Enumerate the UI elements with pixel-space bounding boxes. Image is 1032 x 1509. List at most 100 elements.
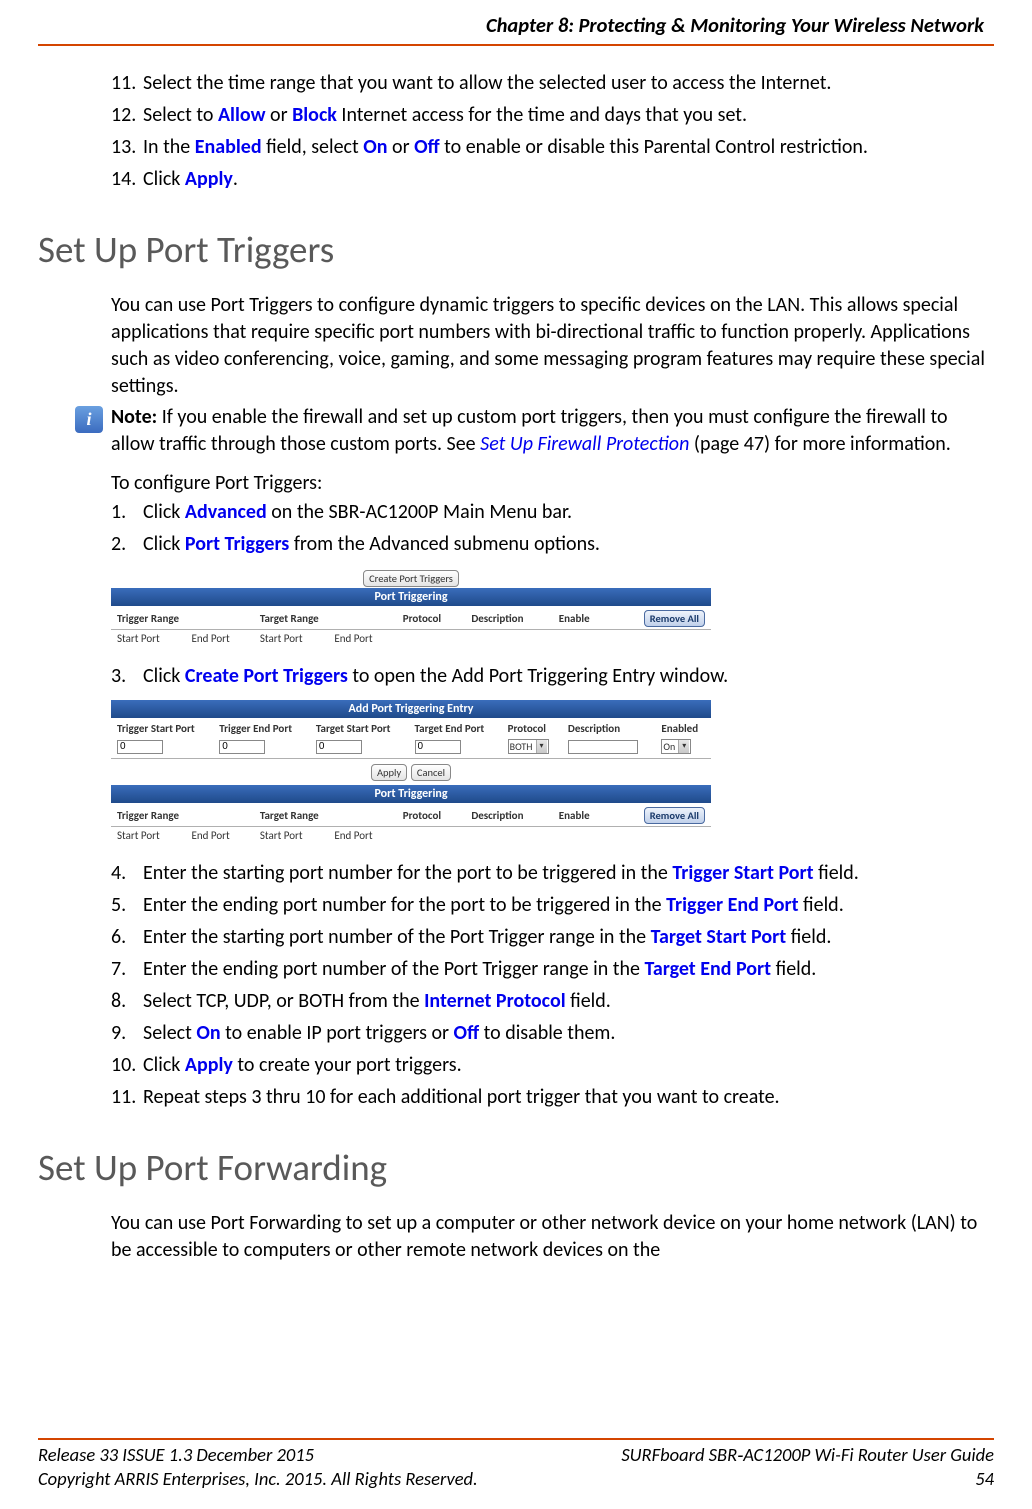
cancel-button[interactable]: Cancel [411,764,451,781]
step-number: 11. [111,70,143,97]
emphasis-term: On [196,1021,220,1045]
text-run: or [388,135,415,159]
step-number: 7. [111,956,143,983]
step-body: Select the time range that you want to a… [143,70,986,97]
text-run: Enter the ending port number of the Port… [143,957,644,981]
chevron-down-icon: ▾ [536,740,547,753]
info-icon: i [75,406,103,433]
step-body: Enter the ending port number of the Port… [143,956,986,983]
note-text: Note: If you enable the firewall and set… [111,404,986,458]
emphasis-term: Block [292,103,337,127]
list-item: 7.Enter the ending port number of the Po… [111,956,986,983]
apply-button[interactable]: Apply [371,764,407,781]
target-end-port-input[interactable] [415,740,461,754]
list-item: 14.Click Apply. [111,166,986,193]
emphasis-term: Port Triggers [185,532,289,556]
text-run: field. [566,989,611,1013]
text-run: Select TCP, UDP, or BOTH from the [143,989,424,1013]
text-run: field. [771,957,816,981]
text-run: . [233,167,238,191]
th-start-port-1: Start Port [111,630,185,650]
th-trigger-end-port: Trigger End Port [213,718,310,737]
list-item: 5.Enter the ending port number for the p… [111,892,986,919]
emphasis-term: Apply [185,167,233,191]
step-body: In the Enabled field, select On or Off t… [143,134,986,161]
create-port-triggers-button[interactable]: Create Port Triggers [363,570,459,587]
text-run: on the SBR-AC1200P Main Menu bar. [267,500,572,524]
footer-rule [38,1438,994,1440]
th-description: Description [465,606,552,630]
text-run: to enable or disable this Parental Contr… [440,135,868,159]
header-rule [38,44,994,46]
list-item: 11.Repeat steps 3 thru 10 for each addit… [111,1084,986,1111]
list-item: 8.Select TCP, UDP, or BOTH from the Inte… [111,988,986,1015]
section1-intro: You can use Port Triggers to configure d… [111,292,986,400]
th-end-port-2: End Port [328,630,396,650]
text-run: to open the Add Port Triggering Entry wi… [348,664,728,688]
remove-all-button-1[interactable]: Remove All [644,610,705,627]
list-item: 6.Enter the starting port number of the … [111,924,986,951]
emphasis-term: Off [414,135,440,159]
enabled-select[interactable]: On▾ [661,739,691,754]
step3-list: 3. Click Create Port Triggers to open th… [111,663,986,690]
step-body: Click Apply to create your port triggers… [143,1052,986,1079]
text-run: Internet access for the time and days th… [337,103,747,127]
description-input[interactable] [568,740,638,754]
th-target-start-port: Target Start Port [310,718,409,737]
text-run: Click [143,532,185,556]
text-run: to enable IP port triggers or [221,1021,454,1045]
th-target-range: Target Range [254,606,397,630]
th-description-3: Description [465,803,552,827]
text-run: Enter the starting port number for the p… [143,861,672,885]
band-add-entry: Add Port Triggering Entry [111,700,711,718]
target-start-port-input[interactable] [316,740,362,754]
th-target-end-port: Target End Port [409,718,502,737]
text-run: Click [143,1053,185,1077]
trigger-end-port-input[interactable] [219,740,265,754]
step-number: 5. [111,892,143,919]
text-run: Select to [143,103,218,127]
step-number: 6. [111,924,143,951]
step-body: Select to Allow or Block Internet access… [143,102,986,129]
emphasis-term: Internet Protocol [424,989,566,1013]
step-number: 13. [111,134,143,161]
emphasis-term: Trigger End Port [666,893,798,917]
step-number: 2. [111,531,143,558]
note-body-2: (page 47) for more information. [689,432,950,456]
remove-all-button-2[interactable]: Remove All [644,807,705,824]
th-target-range-2: Target Range [254,803,397,827]
text-run: Enter the ending port number for the por… [143,893,666,917]
step-body: Enter the starting port number for the p… [143,860,986,887]
band-port-triggering-2: Port Triggering [111,785,711,803]
emphasis-term: Target End Port [644,957,771,981]
emphasis-term: On [363,135,387,159]
step-number: 14. [111,166,143,193]
emphasis-term: Apply [185,1053,233,1077]
protocol-value: BOTH [510,740,533,753]
th-protocol: Protocol [397,606,466,630]
trigger-start-port-input[interactable] [117,740,163,754]
th-trigger-range-2: Trigger Range [111,803,254,827]
list-item: 3. Click Create Port Triggers to open th… [111,663,986,690]
steps-b-list: 4.Enter the starting port number for the… [111,860,986,1111]
step-number: 8. [111,988,143,1015]
enabled-value: On [663,740,675,753]
emphasis-term: Off [454,1021,480,1045]
text-run: Click [143,167,185,191]
link-setup-firewall[interactable]: Set Up Firewall Protection [480,432,689,456]
text-run: field. [786,925,831,949]
emphasis-term: Trigger Start Port [672,861,813,885]
list-item: 10.Click Apply to create your port trigg… [111,1052,986,1079]
section2-intro: You can use Port Forwarding to set up a … [111,1210,986,1264]
text-run: field. [799,893,844,917]
step-body: Enter the ending port number for the por… [143,892,986,919]
text-run: to create your port triggers. [233,1053,462,1077]
text-run: to disable them. [479,1021,615,1045]
step-number: 4. [111,860,143,887]
list-item: 2.Click Port Triggers from the Advanced … [111,531,986,558]
protocol-select[interactable]: BOTH▾ [508,739,549,754]
th-description-2: Description [562,718,655,737]
footer-release: Release 33 ISSUE 1.3 December 2015 [38,1443,478,1467]
footer-page-number: 54 [621,1467,994,1491]
section-title-port-triggers: Set Up Port Triggers [38,227,994,272]
